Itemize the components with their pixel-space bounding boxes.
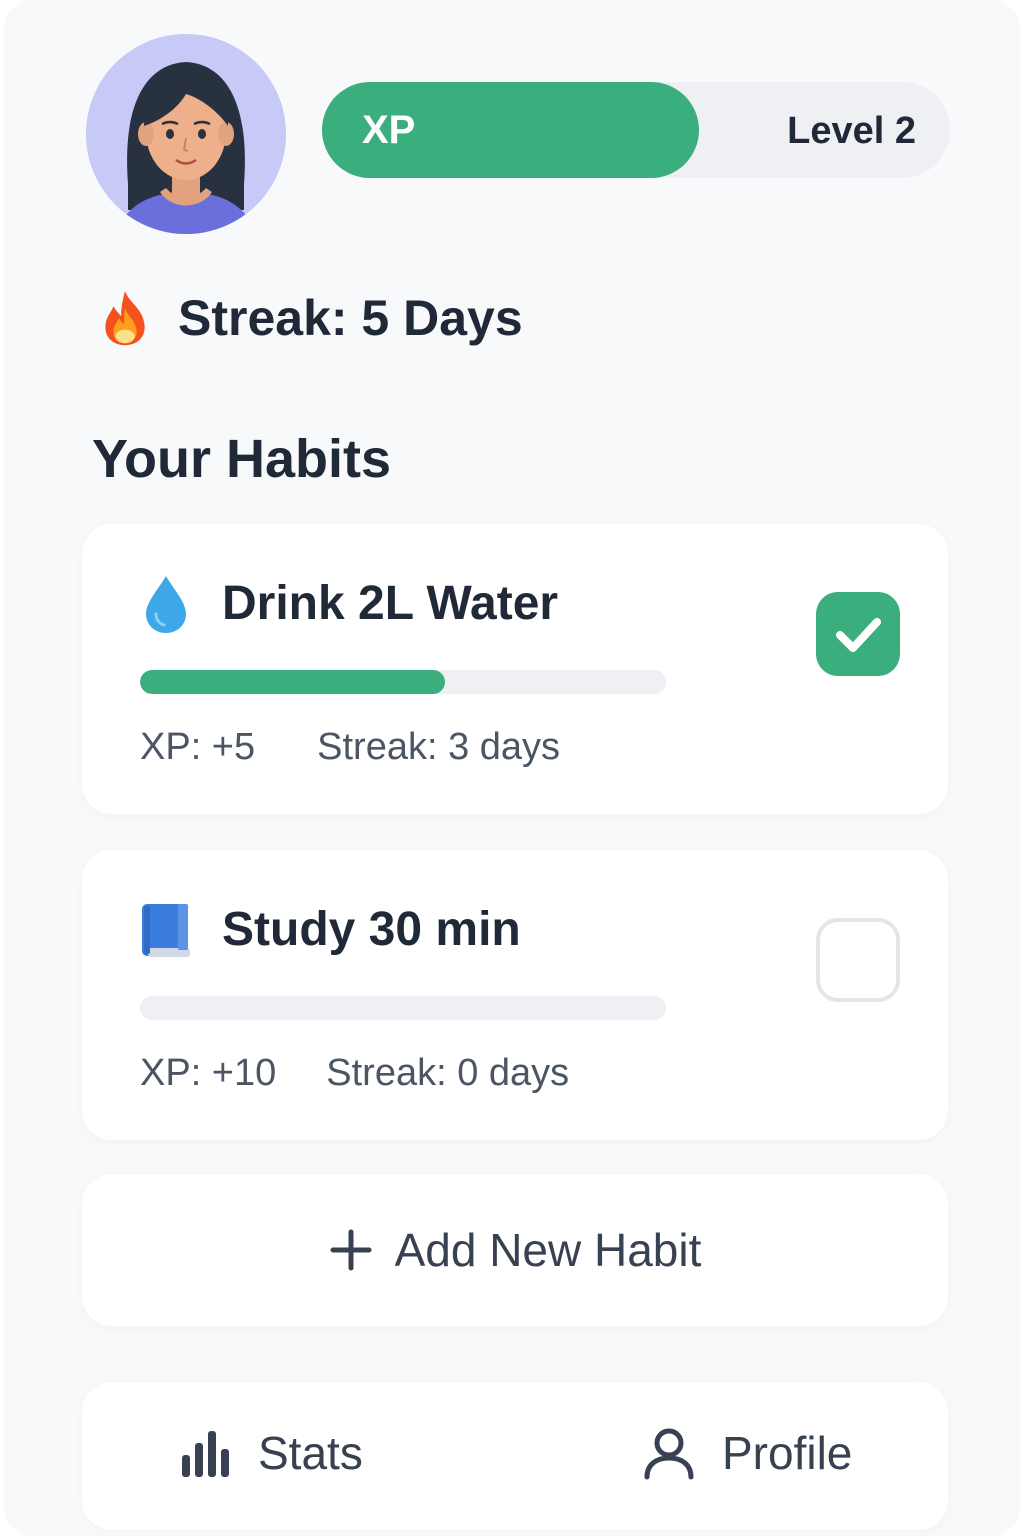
user-avatar-icon	[86, 34, 286, 234]
habit-meta: XP: +10 Streak: 0 days	[140, 1052, 569, 1095]
add-habit-button[interactable]: Add New Habit	[329, 1223, 702, 1277]
habit-title: Drink 2L Water	[222, 577, 559, 630]
add-habit-label: Add New Habit	[394, 1224, 702, 1276]
habit-progress-bar	[140, 670, 666, 694]
nav-profile-label: Profile	[722, 1427, 853, 1479]
habit-progress-fill	[140, 670, 446, 694]
habit-streak: Streak: 3 days	[317, 726, 561, 768]
habit-meta: XP: +5 Streak: 3 days	[140, 726, 560, 769]
book-icon	[142, 904, 190, 957]
nav-stats-label: Stats	[258, 1427, 363, 1479]
checkmark-icon	[836, 618, 881, 652]
xp-progress-bar: XP Level 2	[322, 82, 950, 178]
nav-stats[interactable]: Stats	[180, 1426, 363, 1480]
bar-chart-icon	[182, 1431, 229, 1477]
xp-label: XP	[362, 108, 416, 152]
person-icon	[644, 1428, 694, 1480]
habit-card-study[interactable]: Study 30 min XP: +10 Streak: 0 days	[82, 850, 948, 1140]
streak-summary: Streak: 5 Days	[94, 286, 523, 350]
section-title: Your Habits	[92, 429, 392, 489]
bottom-nav: Stats Profile	[82, 1382, 948, 1530]
level-label: Level 2	[787, 110, 916, 152]
habit-complete-checkbox[interactable]	[816, 918, 900, 1002]
app-screen: XP Level 2 Streak: 5 Days Your Habits Dr…	[4, 0, 1020, 1536]
fire-icon	[105, 290, 145, 346]
avatar[interactable]	[86, 34, 286, 234]
habit-title: Study 30 min	[222, 903, 521, 956]
streak-text: Streak: 5 Days	[178, 290, 523, 346]
habit-card-water[interactable]: Drink 2L Water XP: +5 Streak: 3 days	[82, 524, 948, 814]
habit-xp: XP: +10	[140, 1052, 277, 1094]
habit-complete-checkbox[interactable]	[816, 592, 900, 676]
water-drop-icon	[146, 576, 186, 633]
plus-icon	[330, 1229, 372, 1271]
nav-profile[interactable]: Profile	[642, 1426, 852, 1480]
add-habit-card[interactable]: Add New Habit	[82, 1174, 948, 1326]
habit-xp: XP: +5	[140, 726, 256, 768]
habit-streak: Streak: 0 days	[326, 1052, 570, 1094]
habit-progress-bar	[140, 996, 666, 1020]
